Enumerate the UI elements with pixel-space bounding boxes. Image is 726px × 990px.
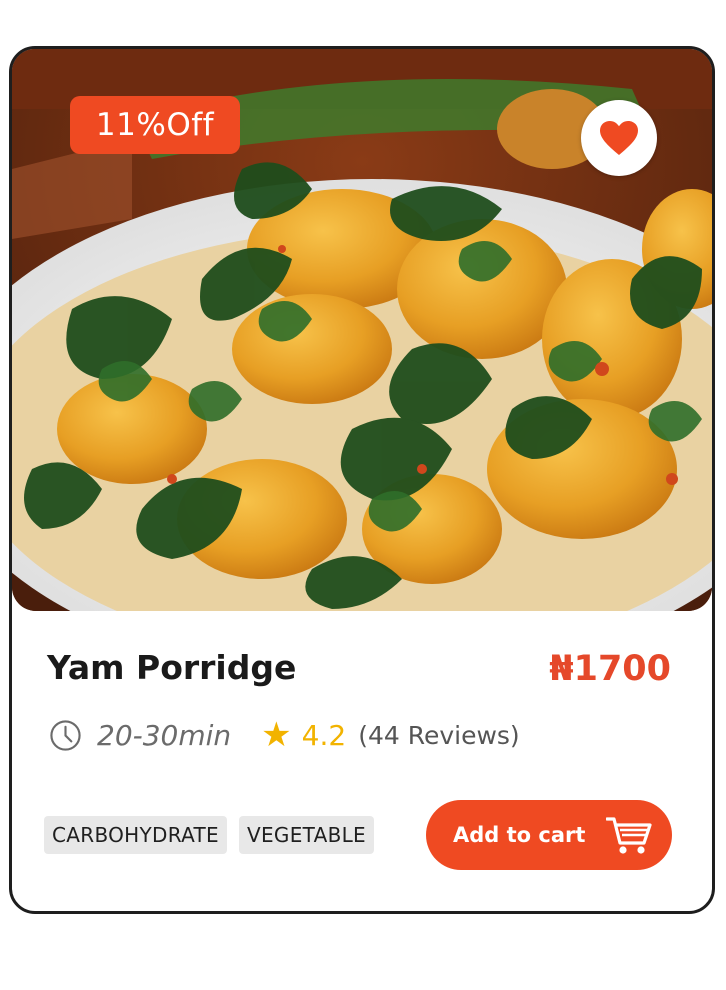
product-meta: 20-30min ★ 4.2 (44 Reviews)	[49, 713, 520, 757]
product-name: Yam Porridge	[47, 648, 297, 687]
tag-list: CARBOHYDRATE VEGETABLE	[44, 816, 374, 854]
discount-badge: 11%Off	[70, 96, 240, 154]
clock-icon	[50, 719, 81, 751]
tag-carbohydrate: CARBOHYDRATE	[44, 816, 227, 854]
review-count[interactable]: (44 Reviews)	[358, 721, 520, 750]
favorite-button[interactable]	[581, 100, 657, 176]
tag-vegetable: VEGETABLE	[238, 816, 374, 854]
product-card[interactable]: 11%Off Yam Porridge ₦1700 20-30min ★ 4.2…	[9, 46, 715, 914]
product-price: ₦1700	[549, 649, 671, 689]
add-to-cart-button[interactable]: Add to cart	[426, 800, 672, 870]
shopping-cart-icon	[606, 817, 652, 854]
rating-value: 4.2	[301, 718, 347, 752]
star-icon: ★	[261, 716, 292, 754]
heart-icon	[600, 121, 638, 155]
add-to-cart-label: Add to cart	[453, 823, 586, 847]
prep-time: 20-30min	[97, 718, 232, 752]
